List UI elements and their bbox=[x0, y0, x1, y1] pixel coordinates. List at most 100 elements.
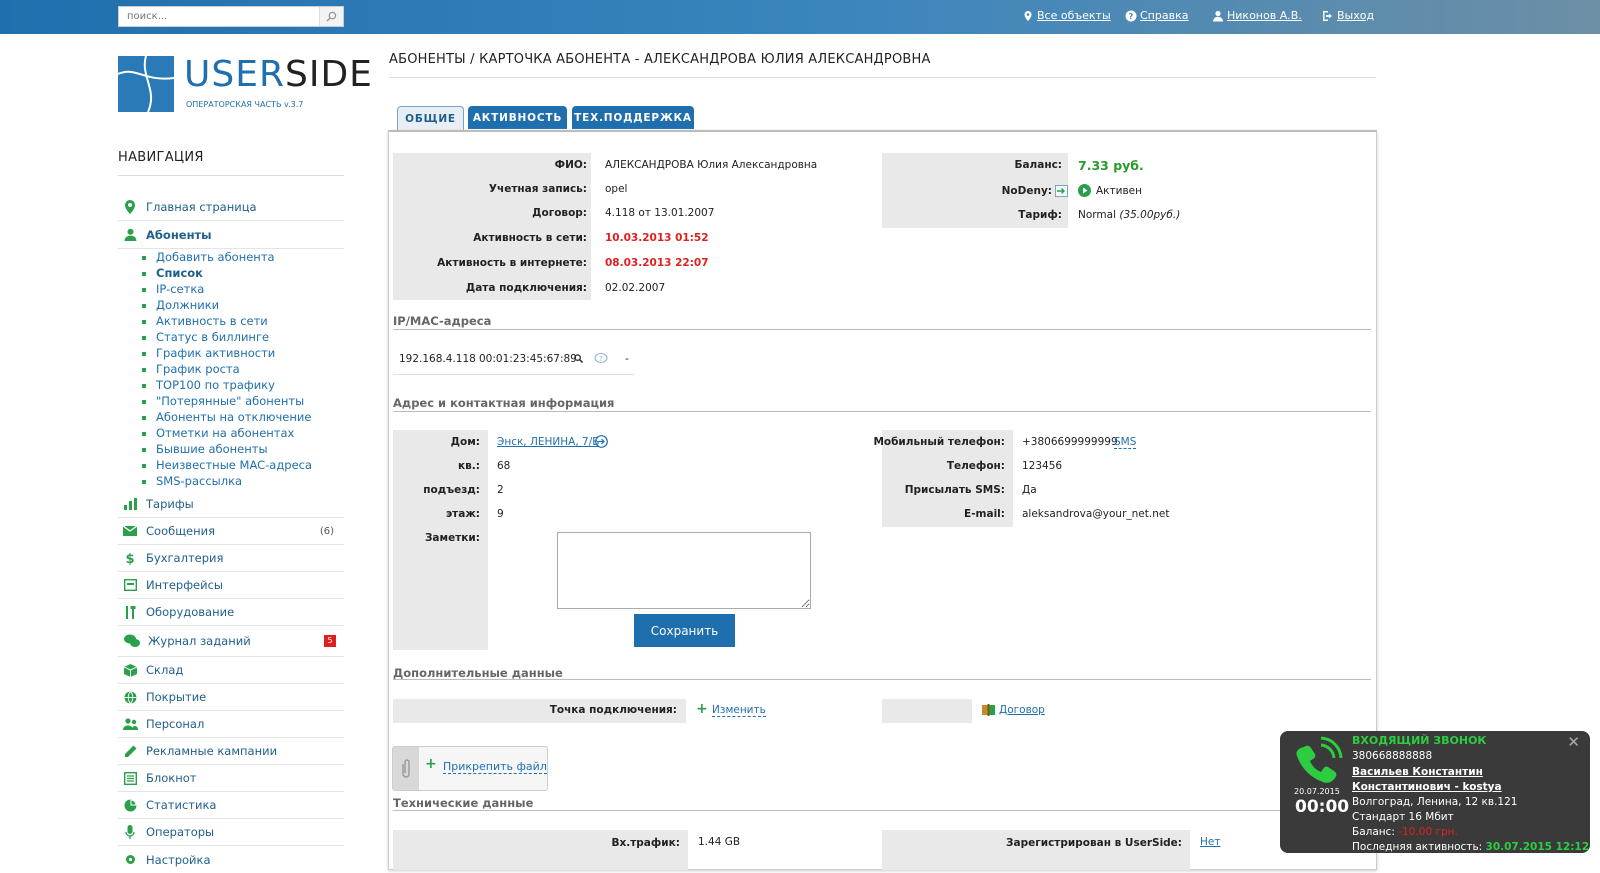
nodeny-link-icon[interactable] bbox=[1055, 185, 1068, 197]
arrow-circle-icon[interactable] bbox=[595, 435, 608, 448]
nav-sub-billing-status[interactable]: Статус в биллинге bbox=[141, 330, 269, 344]
nodeny-label: NoDeny: bbox=[1001, 185, 1052, 197]
logout-link[interactable]: Выход bbox=[1322, 9, 1374, 22]
nav-item-settings[interactable]: Настройка bbox=[118, 846, 344, 873]
attach-file-link[interactable]: Прикрепить файл bbox=[443, 760, 547, 774]
mobile-label: Мобильный телефон: bbox=[873, 436, 1005, 448]
incoming-call-popup: 20.07.2015 00:00 ВХОДЯЩИЙ ЗВОНОК ✕ 38066… bbox=[1280, 731, 1590, 853]
search-input[interactable] bbox=[119, 7, 319, 26]
save-button[interactable]: Сохранить bbox=[634, 614, 735, 647]
nav-label: Покрытие bbox=[146, 690, 207, 704]
change-link[interactable]: Изменить bbox=[712, 704, 766, 717]
entrance-value: 2 bbox=[497, 484, 504, 496]
nav-label: Настройка bbox=[146, 852, 211, 867]
nav-sub-list[interactable]: Список bbox=[142, 266, 203, 280]
nav-item-operators[interactable]: Операторы bbox=[118, 819, 344, 846]
plus-icon: + bbox=[425, 756, 437, 772]
nav-item-ad-campaigns[interactable]: Рекламные кампании bbox=[118, 738, 344, 765]
call-subscriber-link[interactable]: Васильев Константин Константинович - kos… bbox=[1352, 765, 1582, 795]
tariff-value: Normal (35.00руб.) bbox=[1078, 209, 1181, 221]
nav-sub-unknown-mac[interactable]: Неизвестные MAC-адреса bbox=[141, 458, 312, 472]
fio-value: АЛЕКСАНДРОВА Юлия Александровна bbox=[605, 159, 818, 171]
help-icon: ? bbox=[1125, 10, 1137, 21]
nav-item-task-log[interactable]: Журнал заданий 5 bbox=[118, 626, 344, 657]
nav-sub-activity-chart[interactable]: График активности bbox=[141, 346, 275, 360]
nav-item-statistics[interactable]: Статистика bbox=[118, 792, 344, 819]
nav-sub-top100[interactable]: TOP100 по трафику bbox=[142, 378, 275, 392]
page-title: АБОНЕНТЫ / КАРТОЧКА АБОНЕНТА - АЛЕКСАНДР… bbox=[389, 52, 931, 67]
tab-general[interactable]: ОБЩИЕ bbox=[397, 106, 464, 130]
logo-text: USERSIDE bbox=[184, 54, 373, 95]
nav-sub-debtors[interactable]: Должники bbox=[141, 298, 219, 312]
nav-item-main[interactable]: Главная страница bbox=[118, 194, 344, 221]
fio-label: ФИО: bbox=[554, 159, 587, 171]
nav-sub-net-activity[interactable]: Активность в сети bbox=[142, 314, 268, 328]
nav-sub-marks[interactable]: Отметки на абонентах bbox=[141, 426, 294, 440]
tab-support[interactable]: ТЕХ.ПОДДЕРЖКА bbox=[572, 106, 694, 129]
close-icon[interactable]: ✕ bbox=[1567, 733, 1580, 751]
ipmac-dash: - bbox=[625, 353, 629, 365]
nav-item-tariffs[interactable]: Тарифы bbox=[118, 491, 344, 518]
map-marker-icon bbox=[122, 199, 138, 215]
house-label: Дом: bbox=[450, 436, 480, 448]
nav-sub-disconnect[interactable]: Абоненты на отключение bbox=[141, 410, 311, 424]
nav-label: Статистика bbox=[146, 798, 217, 812]
sms-link[interactable]: SMS bbox=[1114, 436, 1137, 449]
nodeny-status: Активен bbox=[1096, 185, 1142, 197]
nav-label: Главная страница bbox=[146, 200, 257, 214]
search-icon bbox=[326, 11, 337, 22]
house-link[interactable]: Энск, ЛЕНИНА, 7/Б bbox=[497, 436, 599, 448]
nav-item-subscribers[interactable]: Абоненты bbox=[118, 221, 344, 248]
nav-item-messages[interactable]: Сообщения (6) bbox=[118, 518, 344, 545]
map-pin-icon bbox=[1024, 10, 1032, 21]
chat-icon bbox=[124, 633, 140, 649]
help-bubble-icon[interactable]: ? bbox=[594, 353, 608, 364]
user-link[interactable]: Никонов А.В. bbox=[1212, 9, 1302, 22]
gear-icon bbox=[122, 852, 138, 868]
nav-item-staff[interactable]: Персонал bbox=[118, 711, 344, 738]
title-divider bbox=[389, 77, 1376, 78]
globe-icon bbox=[122, 689, 138, 705]
nav-item-interfaces[interactable]: Интерфейсы bbox=[118, 572, 344, 599]
search-button[interactable] bbox=[319, 7, 343, 26]
phone-value: 123456 bbox=[1022, 460, 1063, 472]
people-icon bbox=[122, 716, 138, 732]
logo[interactable]: USERSIDE ОПЕРАТОРСКАЯ ЧАСТЬ v.3.7 bbox=[118, 54, 372, 114]
notes-textarea[interactable] bbox=[557, 532, 811, 609]
nav-sub-ipnet[interactable]: IP-сетка bbox=[141, 282, 204, 296]
connect-date-label: Дата подключения: bbox=[465, 282, 587, 294]
svg-text:$: $ bbox=[125, 552, 134, 565]
tech-label-column bbox=[393, 830, 688, 870]
pie-chart-icon bbox=[122, 797, 138, 813]
nav-item-warehouse[interactable]: Склад bbox=[118, 657, 344, 684]
tab-activity[interactable]: АКТИВНОСТЬ bbox=[468, 106, 567, 129]
registered-label: Зарегистрирован в UserSide: bbox=[1006, 837, 1182, 849]
messages-count: (6) bbox=[319, 525, 334, 537]
section-address: Адрес и контактная информация bbox=[393, 396, 615, 410]
svg-text:?: ? bbox=[1129, 12, 1134, 21]
contract-doc-label-column bbox=[882, 699, 972, 723]
call-number: 380668888888 bbox=[1352, 750, 1433, 762]
bar-chart-icon bbox=[122, 496, 138, 512]
nav-sub-add[interactable]: Добавить абонента bbox=[142, 250, 275, 264]
envelope-icon bbox=[122, 523, 138, 539]
contract-doc-link[interactable]: Договор bbox=[999, 704, 1045, 716]
search-icon[interactable] bbox=[574, 354, 583, 363]
section-divider bbox=[393, 411, 1371, 412]
nav-item-accounting[interactable]: $ Бухгалтерия bbox=[118, 545, 344, 572]
nav-item-notebook[interactable]: Блокнот bbox=[118, 765, 344, 792]
nav-sub-former[interactable]: Бывшие абоненты bbox=[142, 442, 268, 456]
help-link[interactable]: ? Справка bbox=[1125, 9, 1188, 22]
flat-label: кв.: bbox=[458, 460, 480, 472]
connect-date-value: 02.02.2007 bbox=[605, 282, 666, 294]
nav-sub-growth-chart[interactable]: График роста bbox=[142, 362, 240, 376]
nav-item-equipment[interactable]: Оборудование bbox=[118, 599, 344, 626]
account-value: opel bbox=[605, 183, 628, 195]
registered-link[interactable]: Нет bbox=[1200, 836, 1220, 848]
call-title: ВХОДЯЩИЙ ЗВОНОК bbox=[1352, 734, 1487, 747]
nav-item-coverage[interactable]: Покрытие bbox=[118, 684, 344, 711]
nav-sub-sms[interactable]: SMS-рассылка bbox=[141, 474, 242, 488]
all-objects-link[interactable]: Все объекты bbox=[1022, 9, 1111, 22]
all-objects-label: Все объекты bbox=[1037, 9, 1111, 22]
nav-sub-lost[interactable]: "Потерянные" абоненты bbox=[141, 394, 304, 408]
